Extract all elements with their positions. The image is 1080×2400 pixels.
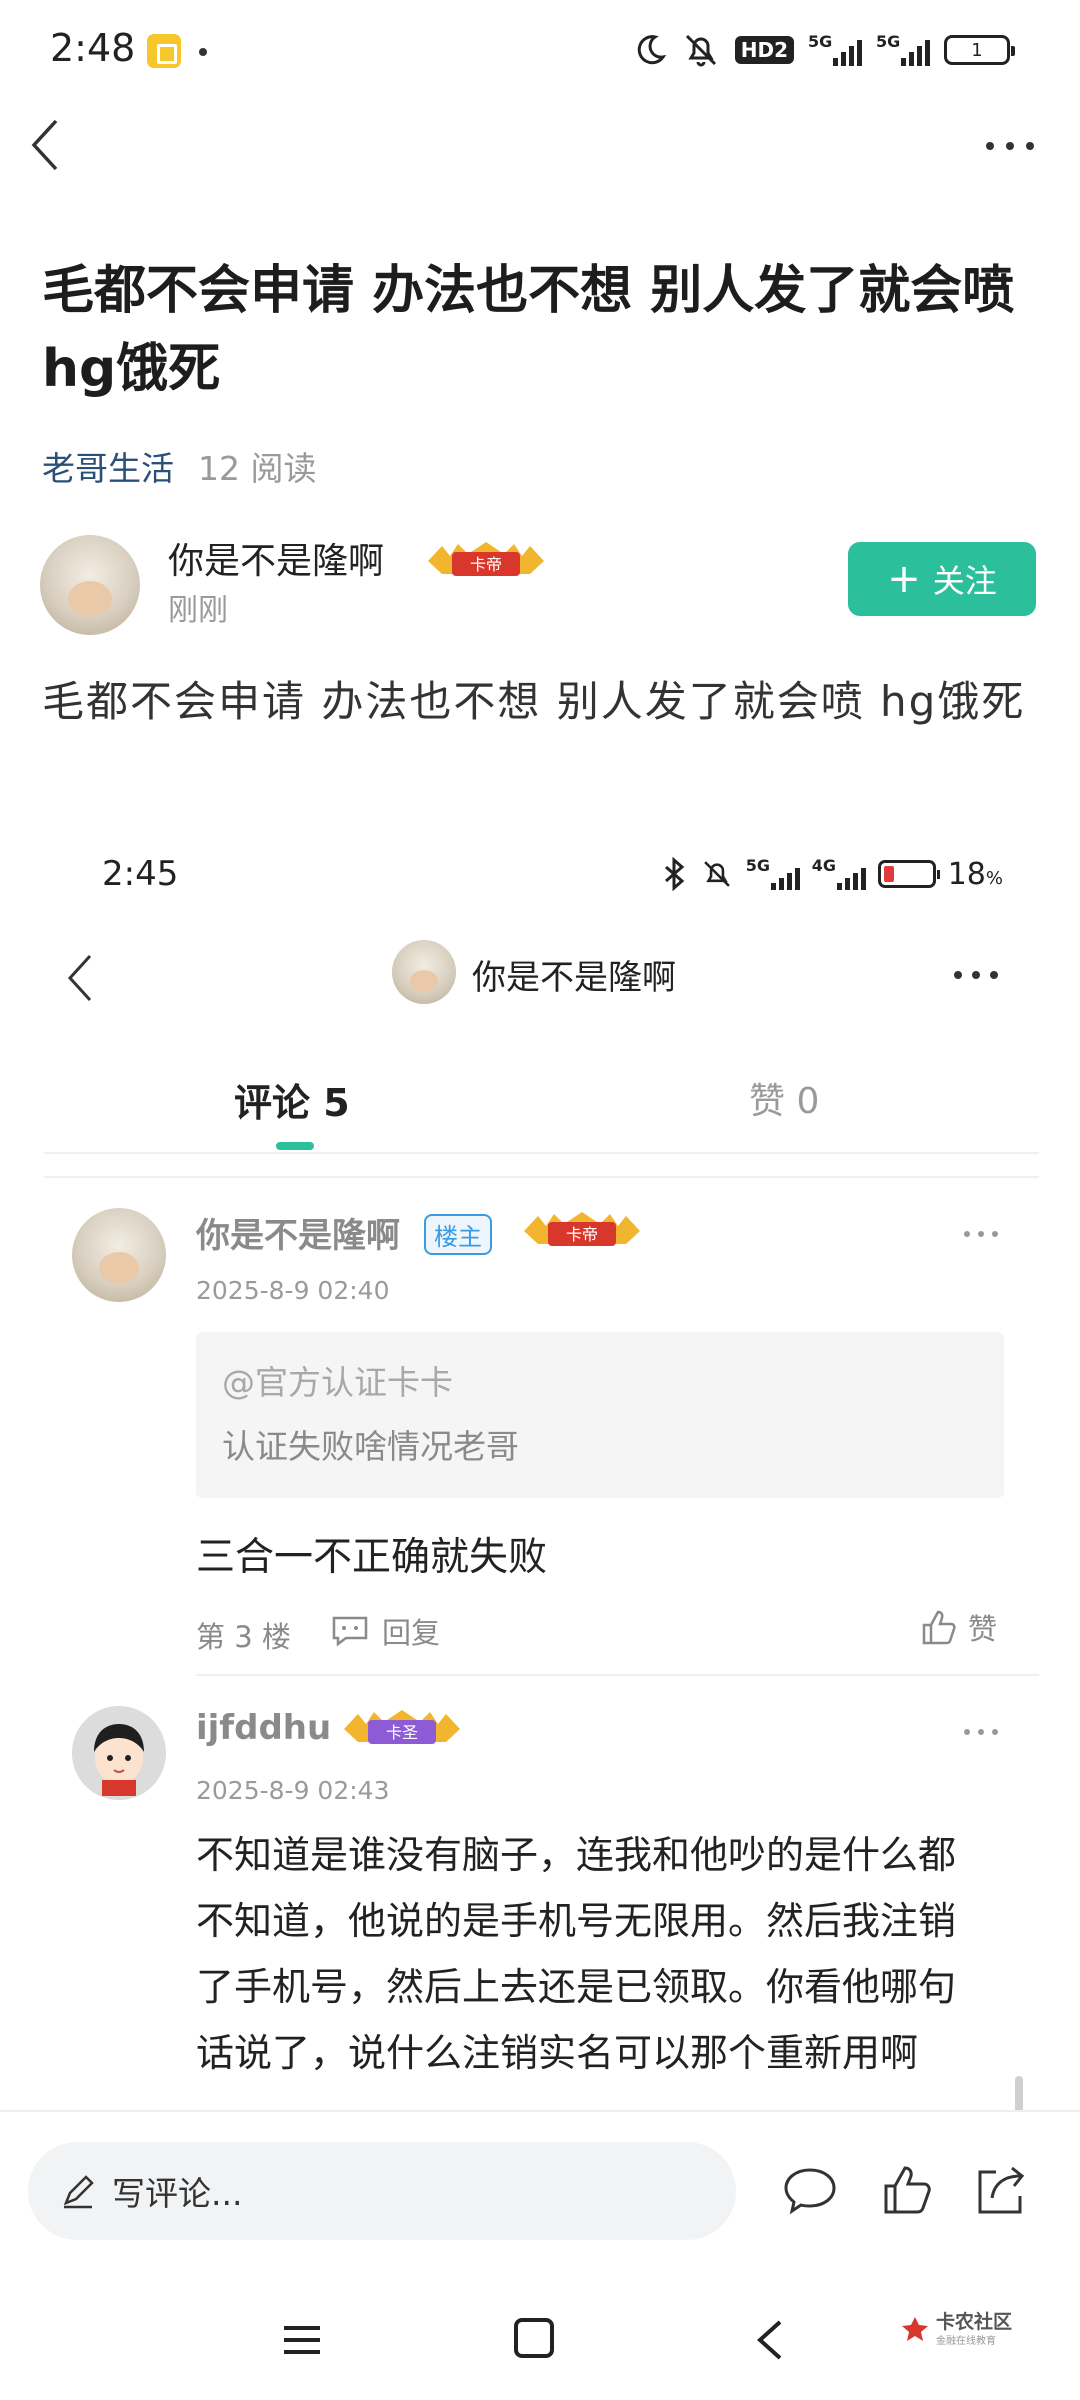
svg-text:卡帝: 卡帝 <box>470 555 502 574</box>
watermark-title: 卡农社区 <box>936 2311 1013 2333</box>
svg-text:卡圣: 卡圣 <box>386 1723 418 1742</box>
post-time: 刚刚 <box>168 593 228 628</box>
embedded-status-icons: 5G 4G 18% <box>662 856 1003 892</box>
author-name[interactable]: 你是不是隆啊 <box>168 532 384 584</box>
comment-text: 不知道是谁没有脑子，连我和他吵的是什么都不知道，他说的是手机号无限用。然后我注销… <box>196 1833 957 2075</box>
like-thumbs-up-icon[interactable] <box>878 2160 938 2220</box>
watermark-subtitle: 金融在线教育 <box>936 2336 996 2347</box>
signal-1-icon: 5G <box>808 32 862 68</box>
comment-more-icon <box>964 1231 998 1237</box>
bluetooth-icon <box>664 857 684 891</box>
quoted-comment: @官方认证卡卡 认证失败啥情况老哥 <box>196 1332 1004 1498</box>
embedded-divider <box>44 1176 1039 1178</box>
embedded-scrollbar <box>1015 2076 1023 2110</box>
follow-label: 关注 <box>932 562 997 600</box>
post-meta: 老哥生活 12 阅读 <box>42 442 316 490</box>
more-options-icon[interactable] <box>980 128 1040 164</box>
level-badge-kasheng: 卡圣 <box>344 1710 460 1744</box>
status-time: 2:48 <box>50 26 136 70</box>
notification-app-icon <box>147 34 181 68</box>
quoted-text: 认证失败啥情况老哥 <box>222 1427 519 1466</box>
menu-icon[interactable] <box>280 2318 324 2362</box>
battery-icon: 1 <box>944 35 1015 65</box>
post-body: 毛都不会申请 办法也不想 别人发了就会喷 hg饿死 <box>42 677 1026 726</box>
embedded-battery-percent: 18% <box>947 856 1003 892</box>
level-badge-kadi: 卡帝 <box>524 1212 640 1246</box>
status-bar: 2:48 HD2 5G 5G 1 <box>0 0 1080 100</box>
comment-author-name: 你是不是隆啊 <box>196 1216 400 1256</box>
svg-text:卡帝: 卡帝 <box>566 1225 598 1244</box>
back-arrow-icon[interactable] <box>26 115 66 175</box>
bell-muted-icon <box>685 34 716 67</box>
embedded-divider <box>44 1152 1039 1154</box>
embedded-back-icon <box>67 954 92 1002</box>
embedded-battery-icon <box>877 860 940 888</box>
home-icon[interactable] <box>512 2316 556 2360</box>
embedded-status-time: 2:45 <box>102 854 179 894</box>
comment-time: 2025-8-9 02:43 <box>196 1776 390 1805</box>
reply-bubble-icon <box>332 1616 368 1647</box>
owner-tag: 楼主 <box>424 1214 492 1255</box>
comment-bubble-icon[interactable] <box>780 2160 840 2220</box>
notification-dot-icon <box>199 48 207 56</box>
comment-time: 2025-8-9 02:40 <box>196 1276 390 1305</box>
embedded-nav-title: 你是不是隆啊 <box>472 958 676 998</box>
embedded-signal-2-icon: 4G <box>812 856 866 892</box>
comment-input[interactable]: 写评论... <box>28 2142 736 2240</box>
share-icon[interactable] <box>970 2160 1030 2220</box>
signal-2-icon: 5G <box>876 32 930 68</box>
comment-text: 三合一不正确就失败 <box>196 1535 548 1580</box>
like-button: 赞 <box>918 1606 997 1648</box>
level-badge-kadi: 卡帝 <box>428 542 544 576</box>
status-icons: HD2 5G 5G 1 <box>633 30 1015 70</box>
bell-muted-icon <box>703 861 730 887</box>
reply-button: 回复 <box>330 1610 440 1652</box>
board-link[interactable]: 老哥生活 <box>42 442 174 490</box>
thumbs-up-icon <box>922 1610 956 1645</box>
comment-avatar <box>72 1706 166 1800</box>
hd-badge: HD2 <box>734 36 794 64</box>
knong-logo-icon <box>902 2316 928 2341</box>
embedded-tab-indicator <box>276 1142 314 1150</box>
plus-icon: + <box>887 556 921 602</box>
embedded-screenshot: 2:45 5G 4G 18% 你是不是隆啊 评论 5 赞 0 你是不是隆啊 楼主… <box>44 836 1039 2110</box>
comment-placeholder: 写评论... <box>112 2174 243 2213</box>
comment-avatar <box>72 1208 166 1302</box>
embedded-tab-comments: 评论 5 <box>234 1081 350 1125</box>
embedded-more-icon <box>954 971 998 979</box>
post-title: 毛都不会申请 办法也不想 别人发了就会喷 hg饿死 <box>42 261 1015 399</box>
embedded-nav-avatar <box>392 940 456 1004</box>
system-back-icon[interactable] <box>752 2316 788 2364</box>
watermark: 卡农社区 金融在线教育 <box>900 2312 1012 2347</box>
pencil-icon <box>63 2175 94 2209</box>
quoted-author: @官方认证卡卡 <box>222 1363 453 1402</box>
follow-button[interactable]: + 关注 <box>848 542 1036 616</box>
bottom-divider <box>0 2110 1080 2112</box>
floor-number: 第 3 楼 <box>196 1620 291 1654</box>
embedded-tab-likes: 赞 0 <box>749 1081 820 1122</box>
comment-more-icon <box>964 1729 998 1735</box>
comment-author-name: ijfddhu <box>196 1708 332 1748</box>
read-count: 12 阅读 <box>198 449 317 488</box>
author-avatar[interactable] <box>40 535 140 635</box>
embedded-signal-1-icon: 5G <box>746 856 800 892</box>
moon-icon <box>637 35 666 65</box>
comment-divider <box>196 1674 1039 1676</box>
